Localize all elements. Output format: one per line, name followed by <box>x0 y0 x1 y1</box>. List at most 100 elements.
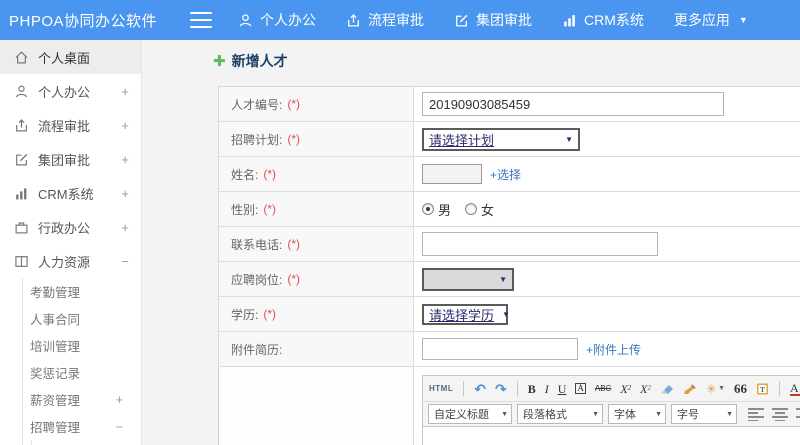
alignment-buttons <box>748 407 800 421</box>
nav-workflow-approval[interactable]: 流程审批 <box>346 10 424 30</box>
caret-down-icon: ▼ <box>502 309 510 319</box>
caret-down-icon: ▼ <box>501 410 508 418</box>
font-color-button[interactable]: A▼ <box>790 382 800 396</box>
book-icon <box>15 255 28 267</box>
expand-minus-icon[interactable]: − <box>121 254 129 269</box>
paragraph-format-select[interactable]: 段落格式 ▼ <box>517 404 603 424</box>
sidebar-item-label: 个人桌面 <box>38 50 91 66</box>
nav-group-approval[interactable]: 集团审批 <box>454 10 532 30</box>
bold-button[interactable]: B <box>528 383 536 395</box>
expand-plus-icon[interactable]: + <box>121 186 129 201</box>
gender-female-radio[interactable] <box>465 203 478 215</box>
align-left-icon[interactable] <box>748 407 765 421</box>
app-header: PHPOA协同办公软件 个人办公 流程审批 集团审批 CRM系统 更多应用 ▼ <box>0 0 800 40</box>
sidebar-item-personal-desktop[interactable]: 个人桌面 <box>0 40 141 74</box>
expand-plus-icon[interactable]: + <box>121 118 129 133</box>
talent-form: 人才编号: (*) 招聘计划: (*) 请选择计划 ▼ 姓名: (*) +选择 性别:… <box>218 86 800 445</box>
eraser-icon[interactable] <box>660 383 674 395</box>
phone-input[interactable] <box>422 232 658 256</box>
recruit-plan-select[interactable]: 请选择计划 ▼ <box>422 127 580 151</box>
form-row-name: 姓名: (*) +选择 <box>219 157 800 192</box>
richtext-content-area[interactable] <box>422 427 800 445</box>
sidebar-item-workflow-approval[interactable]: 流程审批 + <box>0 108 141 142</box>
field-label: 应聘岗位: <box>231 272 283 287</box>
bar-chart-icon <box>562 13 577 28</box>
resume-file-input[interactable] <box>422 338 578 360</box>
nav-label: 更多应用 <box>673 12 730 28</box>
choose-person-link[interactable]: +选择 <box>490 166 521 183</box>
page-title: ✚ 新增人才 <box>213 51 288 71</box>
source-html-button[interactable]: HTML <box>429 384 453 393</box>
form-row-position: 应聘岗位: (*) ▼ <box>219 262 800 297</box>
gender-female-label: 女 <box>481 202 495 218</box>
sidebar-item-admin-office[interactable]: 行政办公 + <box>0 210 141 244</box>
form-row-education: 学历: (*) 请选择学历 ▼ <box>219 297 800 332</box>
font-family-select[interactable]: 字体 ▼ <box>608 404 666 424</box>
custom-title-select[interactable]: 自定义标题 ▼ <box>428 404 512 424</box>
strikethrough-button[interactable]: ABC <box>595 384 611 393</box>
page-title-text: 新增人才 <box>231 53 288 69</box>
home-icon <box>15 50 28 63</box>
required-mark: (*) <box>287 237 301 251</box>
required-mark: (*) <box>263 167 277 181</box>
nav-crm-system[interactable]: CRM系统 <box>562 10 644 30</box>
education-select[interactable]: 请选择学历 ▼ <box>422 303 510 325</box>
superscript-button[interactable]: X2 <box>620 383 631 395</box>
required-mark: (*) <box>287 97 301 111</box>
talent-id-input[interactable] <box>422 92 724 116</box>
caret-down-icon: ▼ <box>738 15 748 25</box>
svg-text:T: T <box>760 385 765 394</box>
sidebar-item-crm[interactable]: CRM系统 + <box>0 176 141 210</box>
paste-text-icon[interactable]: T <box>756 382 769 395</box>
expand-minus-icon[interactable]: − <box>116 420 123 434</box>
edit-icon <box>16 153 28 165</box>
name-input[interactable] <box>422 164 482 184</box>
auto-typeset-icon[interactable]: ✳ ▼ <box>706 383 725 395</box>
sidebar-item-hr[interactable]: 人力资源 − <box>0 244 141 278</box>
expand-plus-icon[interactable]: + <box>121 84 129 99</box>
undo-icon[interactable]: ↶ <box>474 382 486 396</box>
redo-icon[interactable]: ↷ <box>495 382 507 396</box>
italic-button[interactable]: I <box>545 383 549 395</box>
sidebar-item-salary[interactable]: 薪资管理 + <box>23 386 141 413</box>
attachment-upload-link[interactable]: +附件上传 <box>586 341 641 358</box>
sidebar-item-group-approval[interactable]: 集团审批 + <box>0 142 141 176</box>
form-row-gender: 性别: (*) 男 女 <box>219 192 800 227</box>
align-right-icon[interactable] <box>796 407 800 421</box>
richtext-toolbar: HTML ↶ ↷ B I U A ABC X2 X2 ✳ ▼ 66 T A 自定… <box>422 375 800 427</box>
caret-down-icon: ▼ <box>655 410 662 418</box>
format-brush-icon[interactable] <box>683 383 697 395</box>
hamburger-menu-icon[interactable] <box>190 12 212 28</box>
nav-personal-office[interactable]: 个人办公 <box>238 10 316 30</box>
expand-plus-icon[interactable]: + <box>121 152 129 167</box>
nav-more-apps[interactable]: 更多应用 ▼ <box>674 10 748 30</box>
sidebar-item-attendance[interactable]: 考勤管理 <box>23 278 141 305</box>
caret-down-icon: ▼ <box>565 134 573 144</box>
sidebar-item-rewards[interactable]: 奖惩记录 <box>23 359 141 386</box>
expand-plus-icon[interactable]: + <box>121 220 129 235</box>
gender-male-radio[interactable] <box>422 203 434 215</box>
top-navigation: 个人办公 流程审批 集团审批 CRM系统 更多应用 ▼ <box>238 10 748 30</box>
align-center-icon[interactable] <box>772 407 789 421</box>
sidebar-item-personal-office[interactable]: 个人办公 + <box>0 74 141 108</box>
sidebar-item-label: 行政办公 <box>38 220 91 236</box>
font-size-select[interactable]: 字号 ▼ <box>671 404 737 424</box>
expand-plus-icon[interactable]: + <box>116 393 123 407</box>
sidebar-item-label: 人力资源 <box>38 254 91 270</box>
field-label: 招聘计划: <box>231 132 283 147</box>
sidebar: 个人桌面 个人办公 + 流程审批 + 集团审批 + CRM系统 + 行政办公 + <box>0 40 142 445</box>
sidebar-item-hr-contract[interactable]: 人事合同 <box>23 305 141 332</box>
required-mark: (*) <box>287 272 301 286</box>
underline-button[interactable]: U <box>558 383 567 395</box>
blockquote-button[interactable]: 66 <box>734 382 747 395</box>
font-border-button[interactable]: A <box>575 383 586 394</box>
sidebar-item-label: 个人办公 <box>38 84 91 100</box>
sidebar-hr-submenu: 考勤管理 人事合同 培训管理 奖惩记录 薪资管理+ 招聘管理− 招聘需求 <box>22 278 141 445</box>
sidebar-item-recruitment[interactable]: 招聘管理 − <box>23 413 141 440</box>
sidebar-item-training[interactable]: 培训管理 <box>23 332 141 359</box>
caret-down-icon: ▼ <box>718 385 726 392</box>
position-select[interactable]: ▼ <box>422 267 514 291</box>
subscript-button[interactable]: X2 <box>640 383 651 395</box>
toolbar-separator <box>516 381 518 396</box>
sidebar-item-recruit-demand[interactable]: 招聘需求 <box>32 440 141 445</box>
